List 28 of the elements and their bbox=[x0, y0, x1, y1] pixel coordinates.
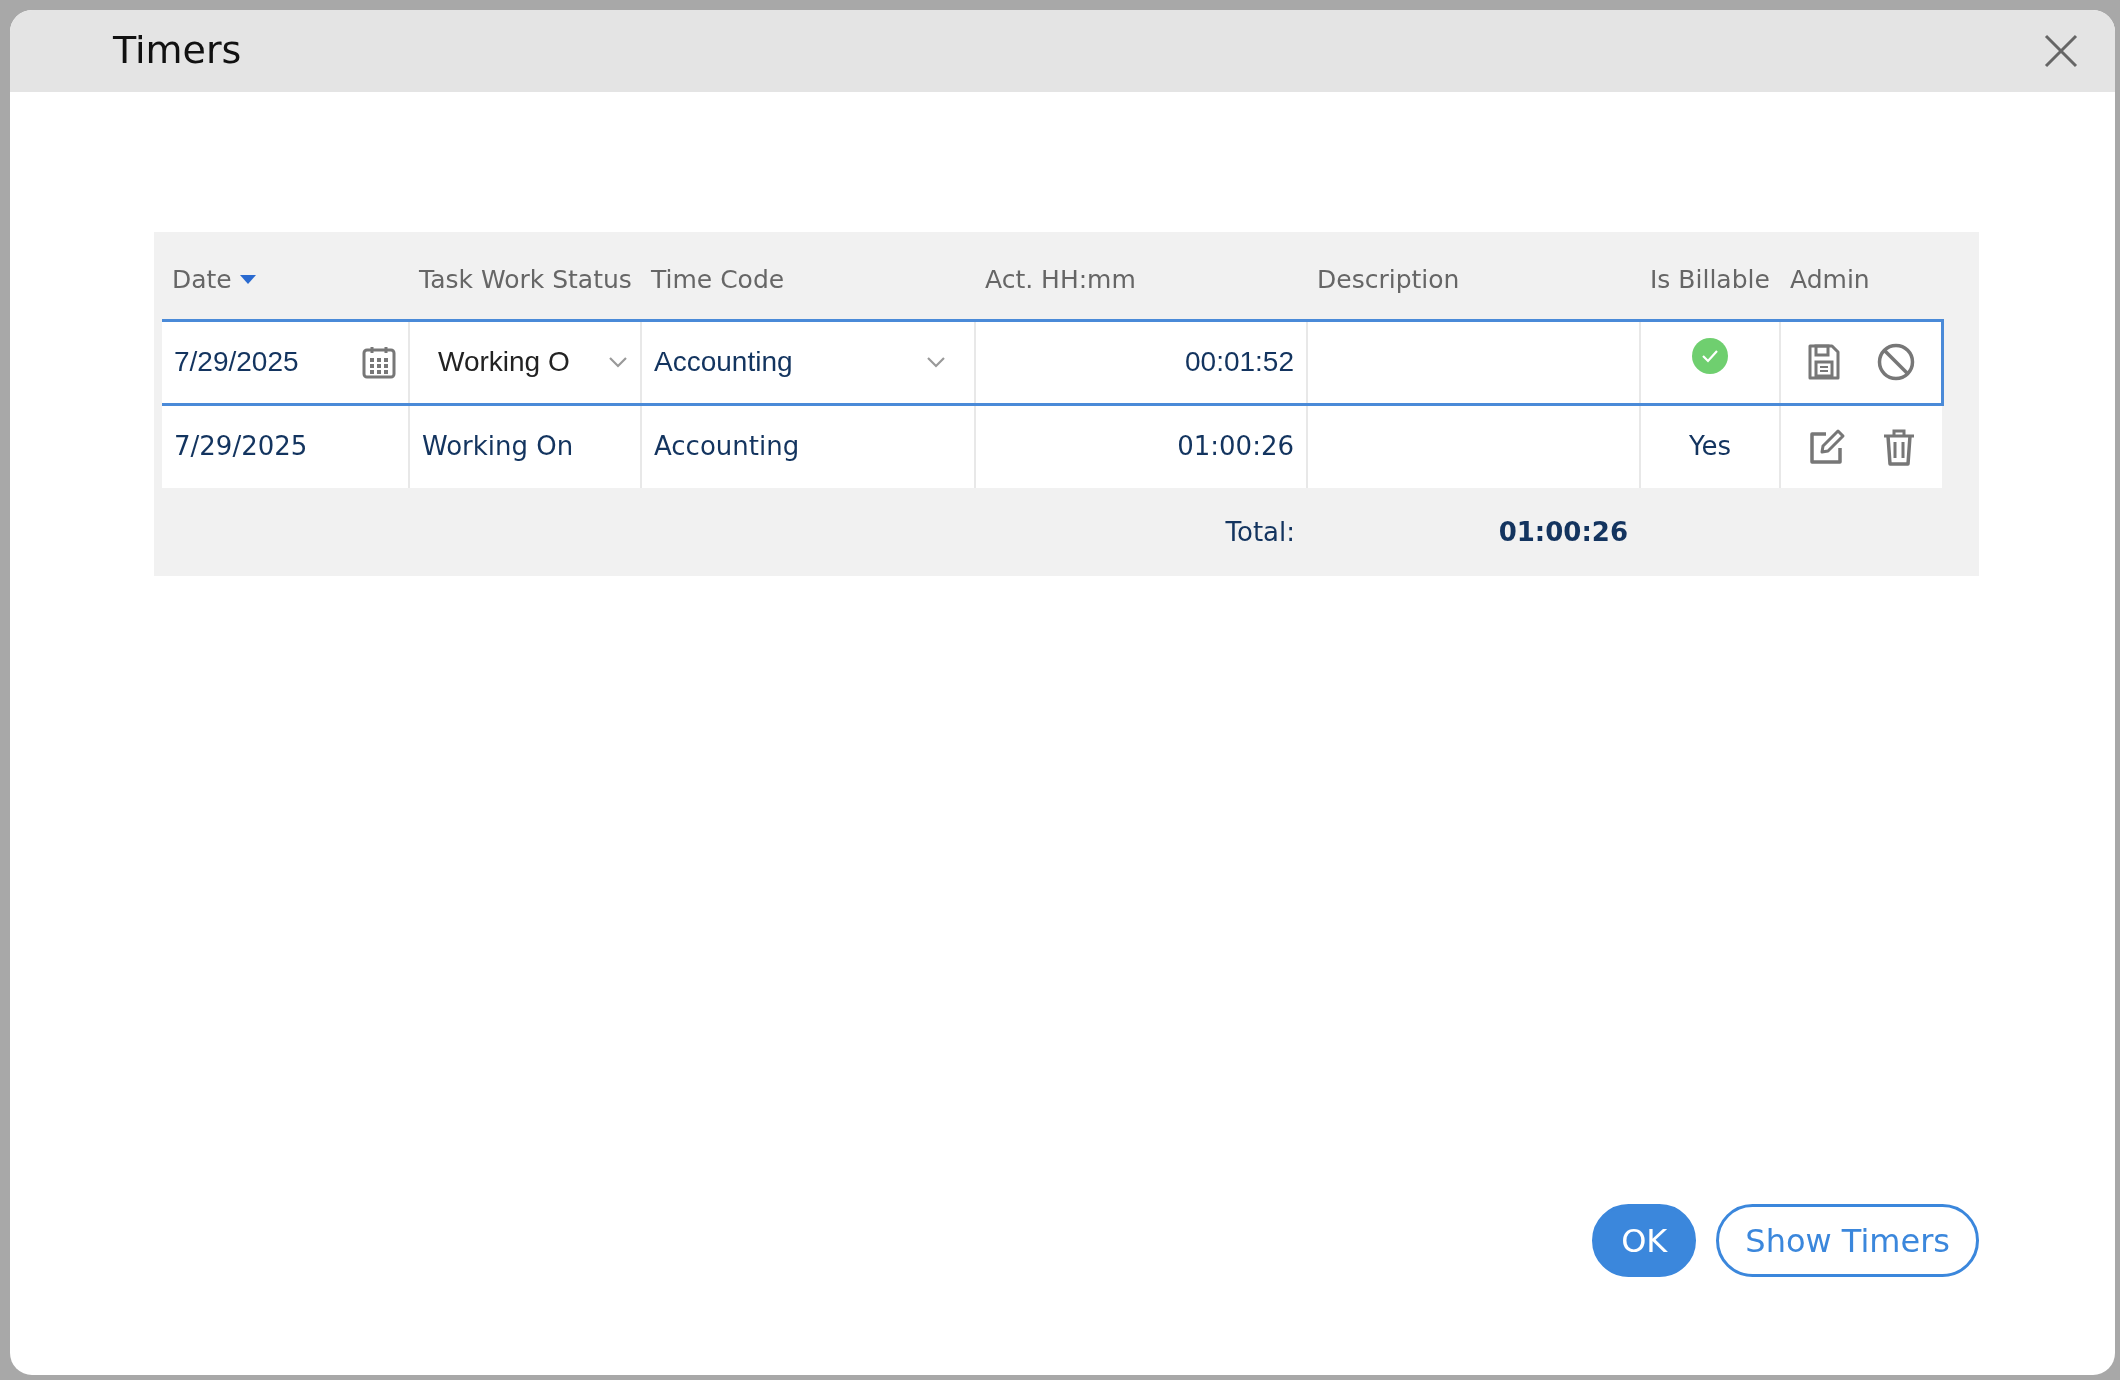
column-header: Is Billable bbox=[1650, 264, 1770, 294]
delete-icon[interactable] bbox=[1881, 427, 1916, 466]
total-value: 01:00:26 bbox=[1498, 516, 1628, 547]
column-header: Task Work Status bbox=[419, 264, 632, 294]
show-timers-button[interactable]: Show Timers bbox=[1716, 1204, 1979, 1277]
column-header: Description bbox=[1317, 264, 1460, 294]
date-cell: 7/29/2025 bbox=[174, 431, 308, 462]
sort-caret-icon[interactable] bbox=[239, 274, 256, 284]
edit-icon[interactable] bbox=[1807, 427, 1846, 466]
chevron-down-icon bbox=[608, 356, 628, 368]
billable-cell: Yes bbox=[1689, 431, 1731, 462]
time-input[interactable]: 00:01:52 bbox=[1185, 346, 1294, 377]
save-icon[interactable] bbox=[1806, 343, 1841, 381]
column-header[interactable]: Date bbox=[172, 260, 232, 298]
cancel-icon[interactable] bbox=[1876, 343, 1915, 381]
time-code-cell: Accounting bbox=[654, 431, 800, 462]
column-header: Time Code bbox=[651, 264, 785, 294]
chevron-down-icon bbox=[926, 356, 946, 368]
dialog-title: Timers bbox=[113, 28, 242, 74]
status-cell: Working On bbox=[422, 431, 574, 462]
close-icon[interactable] bbox=[2043, 33, 2079, 69]
billable-check-icon[interactable] bbox=[1692, 338, 1728, 374]
column-header: Act. HH:mm bbox=[985, 264, 1136, 294]
total-label: Total: bbox=[1225, 516, 1295, 547]
ok-button[interactable]: OK bbox=[1592, 1204, 1697, 1277]
duration-cell: 01:00:26 bbox=[1177, 431, 1294, 462]
calendar-icon[interactable] bbox=[362, 345, 396, 379]
column-header: Admin bbox=[1790, 264, 1870, 294]
